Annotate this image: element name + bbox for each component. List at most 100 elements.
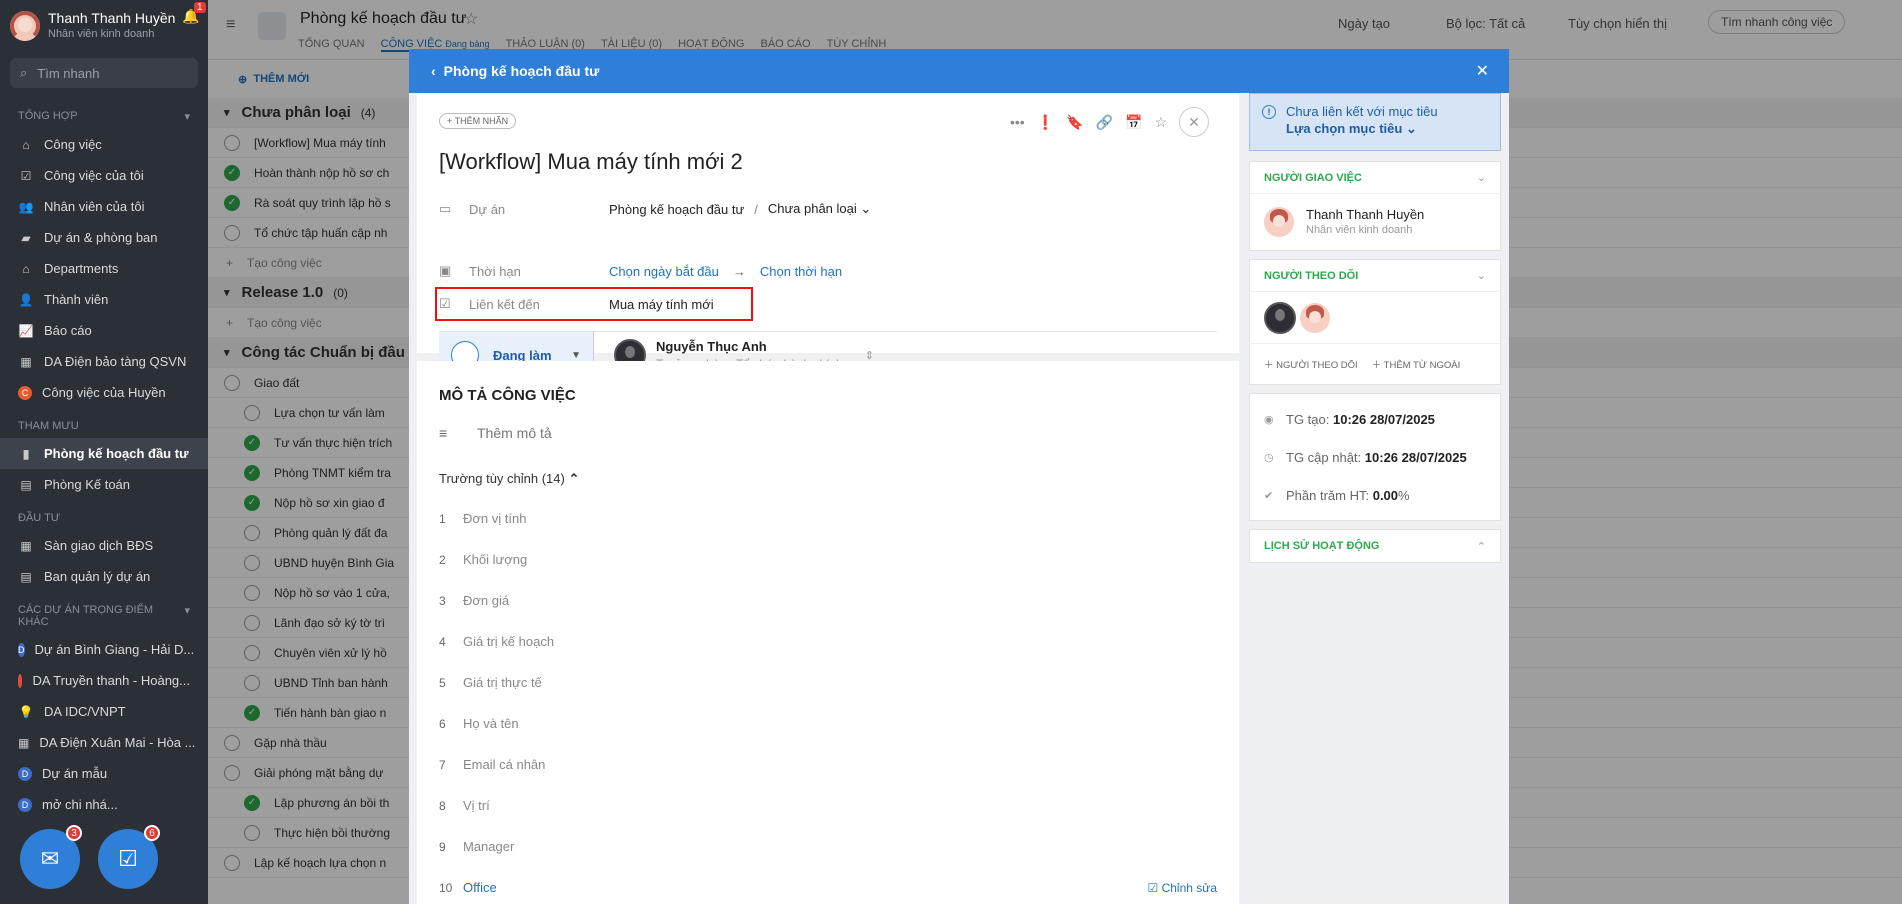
sidebar-section-general[interactable]: TỔNG HỢP ▾ [0,98,208,129]
followers-header[interactable]: NGƯỜI THEO DÕI ⌄ [1250,260,1500,292]
custom-field-item[interactable]: 6 Họ và tên [439,703,1217,744]
custom-field-item[interactable]: 5 Giá trị thực tế [439,662,1217,703]
description-panel: MÔ TẢ CÔNG VIỆC ≡ Thêm mô tả Trường tùy … [417,361,1239,904]
project-value[interactable]: Phòng kế hoạch đầu tư [609,202,744,217]
assigner-name: Thanh Thanh Huyền [1306,206,1425,222]
follower-avatar[interactable] [1264,301,1296,334]
back-icon[interactable]: ‹ [431,63,436,79]
sidebar-item-label: DA IDC/VNPT [44,704,126,719]
alert-icon[interactable]: ❗ [1037,114,1054,131]
custom-field-item[interactable]: 1 Đơn vị tính [439,498,1217,539]
add-external-button[interactable]: ＋ THÊM TỪ NGOÀI [1372,357,1461,371]
clipboard-icon: ☑ [118,846,138,871]
sidebar-item[interactable]: ☑ Công việc của tôi [0,160,208,191]
description-title: MÔ TẢ CÔNG VIỆC [439,387,576,404]
sidebar-item[interactable]: ▦ DA Điện Xuân Mai - Hòa ... [0,727,208,758]
project-label: Dự án [469,201,506,217]
history-header[interactable]: LỊCH SỬ HOẠT ĐỘNG ⌃ [1250,530,1500,562]
custom-field-item[interactable]: 8 Vị trí [439,785,1217,826]
goal-status: Chưa liên kết với mục tiêu [1286,104,1438,119]
field-number: 5 [439,675,446,690]
close-icon[interactable]: ✕ [1476,61,1489,81]
stack-icon: ▤ [20,477,32,492]
sidebar-item[interactable]: 👥 Nhân viên của tôi [0,191,208,222]
arrow-right-icon: → [732,263,746,279]
custom-field-item[interactable]: 7 Email cá nhân [439,744,1217,785]
field-label: Email cá nhân [463,757,546,772]
add-description[interactable]: ≡ Thêm mô tả [439,425,552,441]
bookmark-icon[interactable]: 🔖 [1066,114,1083,131]
calendar-icon[interactable]: 📅 [1125,114,1142,131]
add-follower-button[interactable]: ＋ NGƯỜI THEO DÕI [1264,357,1358,371]
project-group-dropdown[interactable]: Chưa phân loại ⌄ [768,201,871,217]
assigner-header[interactable]: NGƯỜI GIAO VIỆC ⌄ [1250,162,1500,194]
sidebar-item[interactable]: 💡 DA IDC/VNPT [0,696,208,727]
sidebar-item-label: DA Điện bảo tàng QSVN [44,354,187,369]
right-column: ! Chưa liên kết với mục tiêu Lựa chọn mục… [1249,93,1501,571]
more-icon[interactable]: ••• [1010,114,1025,130]
task-title[interactable]: [Workflow] Mua máy tính mới 2 [439,149,743,175]
custom-fields-toggle[interactable]: Trường tùy chỉnh (14) ⌃ [439,471,579,487]
sidebar-item[interactable]: 👤 Thành viên [0,284,208,315]
sidebar-item[interactable]: ▦ Sàn giao dịch BĐS [0,530,208,561]
sidebar-item-label: Công việc của Huyền [42,385,166,400]
field-number: 10 [439,880,453,895]
chevron-down-icon: ⌄ [1476,172,1486,184]
search-icon: ⌕ [20,65,28,80]
custom-field-item[interactable]: 10 Office ☑ Chỉnh sửa [439,867,1217,904]
sidebar-item[interactable]: ⌂ Departments [0,253,208,284]
sidebar-search[interactable]: ⌕ Tìm nhanh [10,58,198,88]
deadline-label: Thời hạn [469,263,521,279]
assigner-avatar [1264,207,1294,237]
sidebar-item[interactable]: ▤ Phòng Kế toán [0,469,208,500]
notification-badge: 1 [194,2,206,13]
follower-avatar[interactable] [1300,302,1330,333]
sidebar-item[interactable]: D Dự án mẫu [0,758,208,789]
start-date-picker[interactable]: Chọn ngày bắt đầu [609,264,719,279]
sidebar-item[interactable]: ▤ Ban quản lý dự án [0,561,208,592]
sidebar-item[interactable]: C Công việc của Huyền [0,377,208,408]
sidebar-item[interactable]: DA Truyền thanh - Hoàng... [0,665,208,696]
sidebar-item[interactable]: ⌂ Công việc [0,129,208,160]
assigner-person[interactable]: Thanh Thanh Huyền Nhân viên kinh doanh [1250,194,1500,250]
custom-field-item[interactable]: 9 Manager [439,826,1217,867]
end-date-picker[interactable]: Chọn thời hạn [760,264,842,279]
user-profile[interactable]: Thanh Thanh Huyền Nhân viên kinh doanh [0,0,208,52]
grid-icon: ▦ [20,354,32,369]
custom-field-item[interactable]: 3 Đơn giá [439,580,1217,621]
custom-field-item[interactable]: 2 Khối lượng [439,539,1217,580]
sidebar-item[interactable]: ▰ Dự án & phòng ban [0,222,208,253]
sidebar-section-key[interactable]: CÁC DỰ ÁN TRỌNG ĐIỂM KHÁC ▾ [0,592,208,634]
task-button[interactable]: ☑ 6 [98,825,160,889]
add-tag-button[interactable]: + THÊM NHÃN [439,113,517,129]
sidebar-item[interactable]: ▦ DA Điện bảo tàng QSVN [0,346,208,377]
sidebar-item[interactable]: 📈 Báo cáo [0,315,208,346]
star-icon[interactable]: ☆ [1154,114,1167,131]
field-label: Vị trí [463,798,490,813]
field-number: 2 [439,552,446,567]
home-icon: ⌂ [22,137,30,152]
custom-field-item[interactable]: 4 Giá trị kế hoạch [439,621,1217,662]
letter-c-icon: C [18,385,32,400]
sidebar-section-join[interactable]: THAM MƯU [0,408,208,438]
modal-project-title[interactable]: Phòng kế hoạch đầu tư [444,63,600,79]
field-number: 6 [439,716,446,731]
edit-fields-button[interactable]: ☑ Chỉnh sửa [1148,881,1218,895]
text-lines-icon: ≡ [439,425,448,441]
link-icon[interactable]: 🔗 [1096,114,1113,131]
sort-arrows-icon[interactable]: ⇕ [865,349,874,362]
sidebar-item[interactable]: Dmở chi nhá... [0,789,208,820]
field-label: Đơn vị tính [463,511,527,526]
chat-button[interactable]: ✉ 3 [20,825,82,889]
sidebar: Thanh Thanh Huyền Nhân viên kinh doanh 🔔… [0,0,208,904]
sidebar-section-invest[interactable]: ĐẦU TƯ [0,500,208,530]
deadline-row: ▣ Thời hạn Chọn ngày bắt đầu → Chọn thời… [439,263,1059,279]
select-goal-link[interactable]: Lựa chọn mục tiêu ⌄ [1286,121,1488,137]
sidebar-item[interactable]: D Dự án Bình Giang - Hải D... [0,634,208,665]
check-circle-icon: ✔ [1264,489,1274,502]
letter-d-icon: D [18,766,32,781]
sidebar-item-label: Nhân viên của tôi [44,199,145,214]
field-number: 1 [439,511,446,526]
close-task-icon[interactable]: ✕ [1179,107,1209,137]
sidebar-item[interactable]: ▮ Phòng kế hoạch đầu tư [0,438,208,469]
